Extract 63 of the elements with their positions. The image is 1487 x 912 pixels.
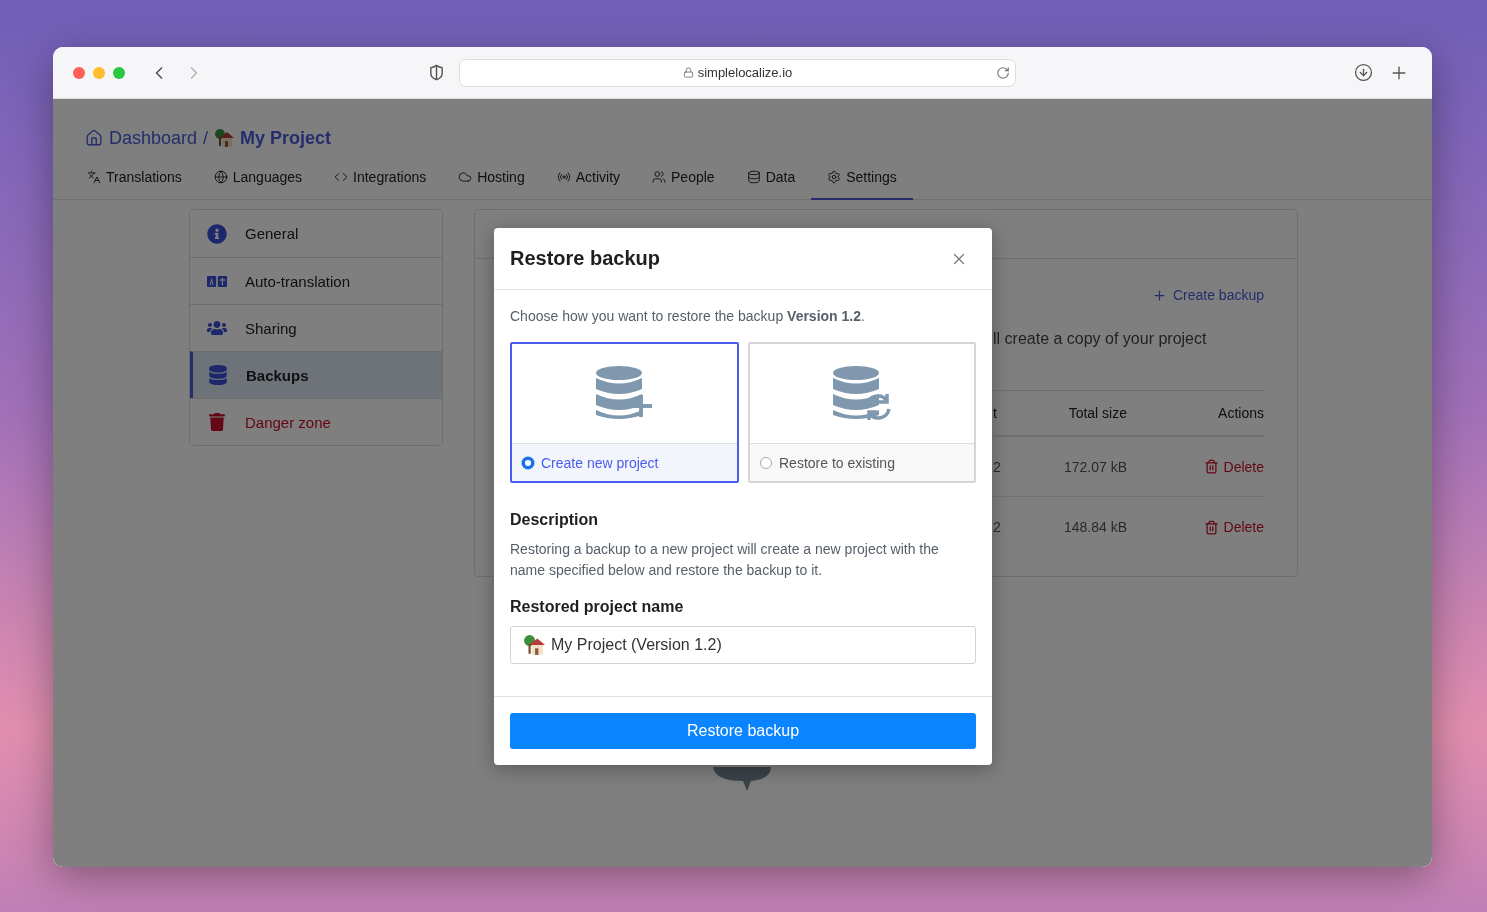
translate-icon	[87, 169, 101, 184]
restore-option-card[interactable]: Create new project	[510, 342, 739, 483]
field-label: Restored project name	[510, 598, 685, 616]
create-backup-link[interactable]: Create backup	[1151, 287, 1264, 303]
speech-bubble-icon	[711, 767, 773, 793]
project-name-field[interactable]: My Project (Version 1.2)	[510, 626, 976, 664]
globe-icon	[213, 169, 228, 184]
nav-tab[interactable]: Hosting	[442, 155, 541, 200]
database-icon	[746, 169, 761, 184]
nav-tab[interactable]: Translations	[71, 155, 198, 200]
trash-icon	[1203, 459, 1219, 474]
nav-tab[interactable]: Settings	[811, 155, 913, 200]
table-cell-text: 172.07 kB	[1062, 458, 1127, 475]
house-icon	[523, 634, 545, 656]
project-link[interactable]: My Project	[214, 127, 332, 149]
broadcast-icon	[556, 169, 571, 184]
option-label: Create new project	[541, 454, 659, 471]
plus-icon	[1151, 287, 1167, 303]
shield-icon[interactable]	[428, 64, 445, 81]
settings-menu-item[interactable]: Danger zone	[190, 398, 442, 445]
column-header: Total size	[1067, 405, 1127, 421]
description-text: Restoring a backup to a new project will create a new project with the name specified below and restore the backup to it.	[510, 540, 940, 580]
database-sync-icon	[832, 364, 892, 423]
radio-button[interactable]	[522, 456, 534, 469]
delete-button[interactable]: Delete	[1203, 519, 1264, 535]
card-description: ll create a copy of your project	[993, 330, 1208, 348]
url-text: simplelocalize.io	[697, 65, 793, 80]
dialog-title: Restore backup	[510, 247, 661, 270]
home-icon	[85, 129, 103, 147]
column-header: t	[993, 405, 998, 421]
table-cell-text: 2	[993, 519, 1002, 535]
nav-tab[interactable]: Languages	[197, 155, 319, 200]
download-icon[interactable]	[1354, 63, 1373, 82]
restore-option-card[interactable]: Restore to existing	[748, 342, 976, 483]
nav-tab[interactable]: Activity	[540, 155, 637, 200]
breadcrumb-separator: /	[203, 127, 209, 149]
nav-tab[interactable]: Data	[730, 155, 812, 200]
settings-icon	[827, 169, 842, 184]
trash-icon	[208, 413, 226, 431]
database-icon	[208, 365, 228, 385]
close-window-button[interactable]	[73, 66, 85, 79]
translate-icon	[207, 274, 227, 288]
settings-menu-item[interactable]: Backups	[190, 351, 442, 398]
option-label: Restore to existing	[779, 454, 895, 471]
delete-button[interactable]: Delete	[1203, 458, 1264, 475]
lock-icon	[682, 67, 694, 78]
section-heading: Description	[510, 511, 599, 529]
cloud-icon	[458, 169, 473, 184]
info-icon	[207, 223, 227, 244]
column-header: Actions	[1217, 405, 1264, 421]
trash-icon	[1203, 519, 1219, 535]
table-cell-text: 148.84 kB	[1062, 519, 1127, 535]
restore-backup-button[interactable]: Restore backup	[510, 713, 976, 749]
nav-tab[interactable]: People	[636, 155, 731, 200]
table-cell-text: 2	[993, 458, 1002, 475]
people-icon	[652, 169, 667, 184]
address-field[interactable]: simplelocalize.io	[459, 58, 1016, 87]
nav-tab[interactable]: Integrations	[318, 155, 443, 200]
radio-button[interactable]	[760, 456, 772, 469]
dashboard-link[interactable]: Dashboard	[85, 127, 198, 149]
dialog-intro: Choose how you want to restore the backup Version 1.2.	[510, 308, 866, 324]
house-icon	[214, 128, 235, 148]
reload-icon[interactable]	[996, 65, 1010, 80]
